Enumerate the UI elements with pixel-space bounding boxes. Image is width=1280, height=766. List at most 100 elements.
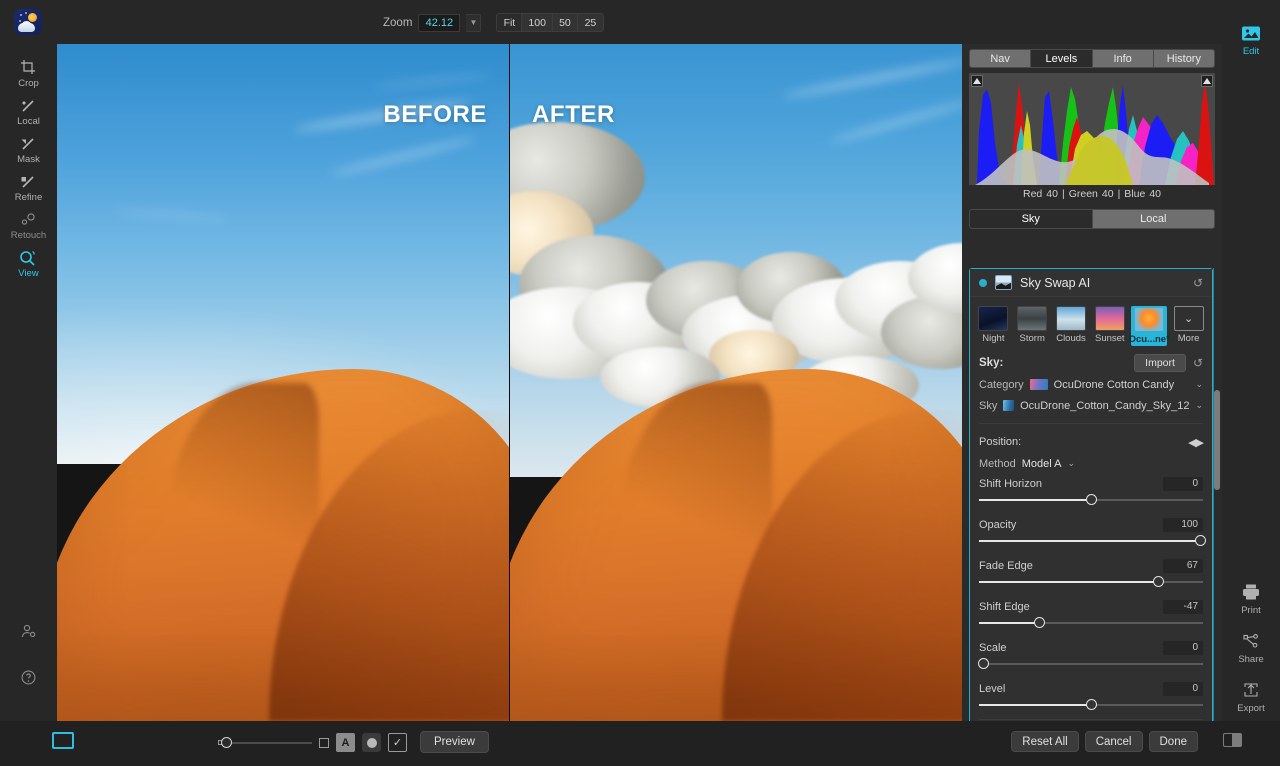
chevron-down-icon[interactable]: ⌄ <box>1195 400 1203 411</box>
zoom-preset-fit[interactable]: Fit <box>497 14 522 31</box>
sidebar-item-edit[interactable]: Edit <box>1222 22 1280 57</box>
weather-app-icon[interactable] <box>14 9 42 35</box>
tab-nav[interactable]: Nav <box>970 50 1031 67</box>
right-toolbar: Edit Print Share Export <box>1222 0 1280 766</box>
tab-levels[interactable]: Levels <box>1031 50 1092 67</box>
preset-clouds-label: Clouds <box>1056 333 1086 344</box>
zoom-preset-25[interactable]: 25 <box>578 14 603 31</box>
left-right-nudge-icon[interactable]: ◀▶ <box>1188 436 1203 449</box>
preset-night-thumb <box>978 306 1008 331</box>
chevron-down-icon[interactable]: ⌄ <box>1067 458 1075 469</box>
module-scroll-area[interactable]: Sky Swap AI ↺ Night Storm Clouds <box>969 268 1215 766</box>
image-canvas[interactable]: BEFORE <box>57 44 962 721</box>
brush-size-knob[interactable] <box>221 737 232 748</box>
import-button[interactable]: Import <box>1134 354 1186 372</box>
category-dropdown[interactable]: Category OcuDrone Cotton Candy ⌄ <box>979 374 1203 395</box>
histogram-green-label: Green <box>1069 188 1098 200</box>
preset-storm-label: Storm <box>1020 333 1045 344</box>
done-button[interactable]: Done <box>1149 731 1199 752</box>
sky-swap-thumb-icon <box>995 275 1012 290</box>
scrollbar-thumb[interactable] <box>1214 390 1220 490</box>
sidebar-item-mask[interactable]: Mask <box>0 134 57 171</box>
slider-value[interactable]: 0 <box>1163 477 1203 491</box>
preset-night[interactable]: Night <box>976 306 1011 346</box>
slider-knob[interactable] <box>1195 535 1206 546</box>
sky-dropdown[interactable]: Sky OcuDrone_Cotton_Candy_Sky_12 ⌄ <box>979 395 1203 416</box>
slider-knob[interactable] <box>1086 494 1097 505</box>
slider-value[interactable]: -47 <box>1163 600 1203 614</box>
zoom-controls: Zoom 42.12 ▼ Fit 100 50 25 <box>383 13 604 32</box>
preset-clouds[interactable]: Clouds <box>1054 306 1089 346</box>
position-heading: Position: <box>979 436 1021 448</box>
slider-value[interactable]: 0 <box>1163 682 1203 696</box>
slider-opacity[interactable]: Opacity 100 <box>970 515 1212 548</box>
slider-level[interactable]: Level 0 <box>970 679 1212 712</box>
preset-ocudrone-selected[interactable]: Ocu...ne* <box>1131 306 1167 346</box>
slider-fade-edge[interactable]: Fade Edge 67 <box>970 556 1212 589</box>
brush-size-slider[interactable] <box>230 742 312 744</box>
sidebar-item-local[interactable]: Local <box>0 96 57 133</box>
clip-warning-left-icon[interactable] <box>971 75 983 87</box>
slider-value[interactable]: 100 <box>1163 518 1203 532</box>
preset-sunset-label: Sunset <box>1095 333 1125 344</box>
slider-scale[interactable]: Scale 0 <box>970 638 1212 671</box>
cancel-button[interactable]: Cancel <box>1085 731 1143 752</box>
reset-all-button[interactable]: Reset All <box>1011 731 1078 752</box>
account-button[interactable] <box>0 622 57 659</box>
slider-shift-horizon[interactable]: Shift Horizon 0 <box>970 474 1212 507</box>
sidebar-label-share: Share <box>1238 654 1263 665</box>
tab-history[interactable]: History <box>1154 50 1214 67</box>
zoom-preset-100[interactable]: 100 <box>522 14 553 31</box>
slider-value[interactable]: 0 <box>1163 641 1203 655</box>
right-panel: Nav Levels Info History <box>962 44 1222 721</box>
sidebar-item-refine[interactable]: Refine <box>0 172 57 209</box>
preset-sunset[interactable]: Sunset <box>1092 306 1127 346</box>
checkbox-icon[interactable]: ✓ <box>388 733 407 752</box>
zoom-preset-50[interactable]: 50 <box>553 14 578 31</box>
preview-button[interactable]: Preview <box>420 731 489 753</box>
sky-reset-icon[interactable]: ↺ <box>1193 356 1203 370</box>
before-after-divider[interactable] <box>509 44 510 721</box>
sidebar-item-retouch[interactable]: Retouch <box>0 210 57 247</box>
slider-knob[interactable] <box>978 658 989 669</box>
slider-knob[interactable] <box>1034 617 1045 628</box>
slider-knob[interactable] <box>1153 576 1164 587</box>
sidebar-item-view[interactable]: View <box>0 248 57 285</box>
mask-color-swatch-icon[interactable] <box>52 732 74 749</box>
before-image-pane[interactable]: BEFORE <box>57 44 509 721</box>
preset-storm[interactable]: Storm <box>1015 306 1050 346</box>
app-window: Zoom 42.12 ▼ Fit 100 50 25 Crop Local <box>0 0 1280 766</box>
tab-local[interactable]: Local <box>1093 210 1215 228</box>
reset-arrow-icon[interactable]: ↺ <box>1193 276 1203 290</box>
circle-fill-icon[interactable] <box>362 733 381 752</box>
sidebar-item-share[interactable]: Share <box>1222 630 1280 665</box>
sidebar-item-crop[interactable]: Crop <box>0 58 57 95</box>
chevron-down-icon[interactable]: ▼ <box>466 14 481 32</box>
text-a-icon[interactable]: A <box>336 733 355 752</box>
sidebar-label-print: Print <box>1241 605 1261 616</box>
category-value: OcuDrone Cotton Candy <box>1054 379 1190 391</box>
slider-knob[interactable] <box>1086 699 1097 710</box>
sidebar-item-export[interactable]: Export <box>1222 679 1280 714</box>
sky-preset-row: Night Storm Clouds Sunset <box>970 297 1212 352</box>
method-dropdown[interactable]: Method Model A ⌄ <box>979 453 1203 474</box>
tab-info[interactable]: Info <box>1093 50 1154 67</box>
split-view-icon[interactable] <box>1223 733 1242 747</box>
view-zoom-icon <box>19 248 38 267</box>
tab-sky[interactable]: Sky <box>970 210 1093 228</box>
panel-scrollbar[interactable] <box>1214 268 1220 766</box>
clip-warning-right-icon[interactable] <box>1201 75 1213 87</box>
zoom-input[interactable]: 42.12 <box>418 14 460 32</box>
sidebar-item-print[interactable]: Print <box>1222 581 1280 616</box>
after-image-pane[interactable]: AFTER <box>510 44 962 721</box>
module-header[interactable]: Sky Swap AI ↺ <box>970 269 1212 297</box>
histogram[interactable] <box>969 73 1215 185</box>
slider-value[interactable]: 67 <box>1163 559 1203 573</box>
help-button[interactable] <box>0 668 57 705</box>
mask-brush-icon <box>20 134 37 153</box>
chevron-down-icon[interactable]: ⌄ <box>1195 379 1203 390</box>
preset-more[interactable]: ⌄ More <box>1171 306 1206 346</box>
category-label: Category <box>979 379 1024 391</box>
slider-shift-edge[interactable]: Shift Edge -47 <box>970 597 1212 630</box>
enabled-dot-icon[interactable] <box>979 279 987 287</box>
